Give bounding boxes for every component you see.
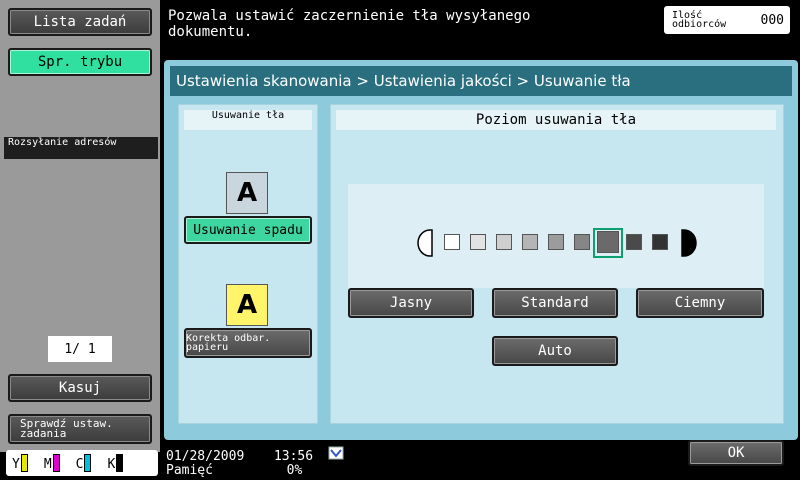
toner-level-bar xyxy=(52,454,60,472)
level-step[interactable] xyxy=(548,234,564,250)
toner-level-bar xyxy=(20,454,28,472)
ok-button[interactable]: OK xyxy=(688,440,784,466)
toner-k: K xyxy=(107,454,124,472)
dark-end-icon xyxy=(681,229,697,257)
dark-button[interactable]: Ciemny xyxy=(636,288,764,318)
level-step[interactable] xyxy=(444,234,460,250)
level-step[interactable] xyxy=(652,234,668,250)
light-end-icon xyxy=(417,229,433,257)
background-removal-header: Usuwanie tła xyxy=(184,110,312,130)
check-job-settings-button[interactable]: Sprawdź ustaw. zadania xyxy=(8,414,152,444)
status-bar: 01/28/2009 13:56 Pamięć 0% xyxy=(166,450,313,478)
status-time: 13:56 xyxy=(273,449,314,464)
help-message: Pozwala ustawić zaczernienie tła wysyłan… xyxy=(168,8,531,40)
selected-level-marker xyxy=(593,228,623,258)
bleed-removal-button[interactable]: Usuwanie spadu xyxy=(184,216,312,244)
toner-level-bar xyxy=(84,454,92,472)
network-icon xyxy=(328,446,344,460)
job-list-button[interactable]: Lista zadań xyxy=(8,8,152,36)
level-step[interactable] xyxy=(626,234,642,250)
level-step[interactable] xyxy=(574,234,590,250)
recipients-count: 000 xyxy=(760,12,784,28)
address-distribution-bar[interactable]: Rozsyłanie adresów xyxy=(4,137,158,159)
level-step[interactable] xyxy=(496,234,512,250)
page-indicator: 1/ 1 xyxy=(48,336,112,362)
toner-label: M xyxy=(43,457,52,472)
auto-button[interactable]: Auto xyxy=(492,336,618,366)
toner-y: Y xyxy=(12,454,28,472)
memory-value: 0% xyxy=(286,463,303,478)
recipients-counter: Ilość odbiorców 000 xyxy=(664,6,790,34)
delete-button[interactable]: Kasuj xyxy=(8,374,152,402)
left-column xyxy=(178,104,318,424)
toner-label: Y xyxy=(12,457,20,472)
bleed-removal-icon: A xyxy=(226,172,268,214)
mode-check-button[interactable]: Spr. trybu xyxy=(8,48,152,76)
standard-button[interactable]: Standard xyxy=(492,288,618,318)
toner-indicator: YMCK xyxy=(6,450,158,476)
light-button[interactable]: Jasny xyxy=(348,288,474,318)
level-step[interactable] xyxy=(470,234,486,250)
level-step[interactable] xyxy=(522,234,538,250)
removal-level-header: Poziom usuwania tła xyxy=(336,110,776,130)
toner-m: M xyxy=(44,454,60,472)
paper-discoloration-correction-button[interactable]: Korekta odbar. papieru xyxy=(184,328,312,358)
toner-level-bar xyxy=(116,454,124,472)
toner-label: K xyxy=(107,457,116,472)
toner-label: C xyxy=(75,457,84,472)
breadcrumb: Ustawienia skanowania > Ustawienia jakoś… xyxy=(170,66,792,96)
recipients-label: Ilość odbiorców xyxy=(672,10,727,30)
left-panel: Lista zadań Spr. trybu Rozsyłanie adresó… xyxy=(0,0,160,452)
status-date: 01/28/2009 xyxy=(166,449,245,464)
paper-discoloration-icon: A xyxy=(226,284,268,326)
toner-c: C xyxy=(76,454,92,472)
memory-label: Pamięć xyxy=(166,463,213,478)
